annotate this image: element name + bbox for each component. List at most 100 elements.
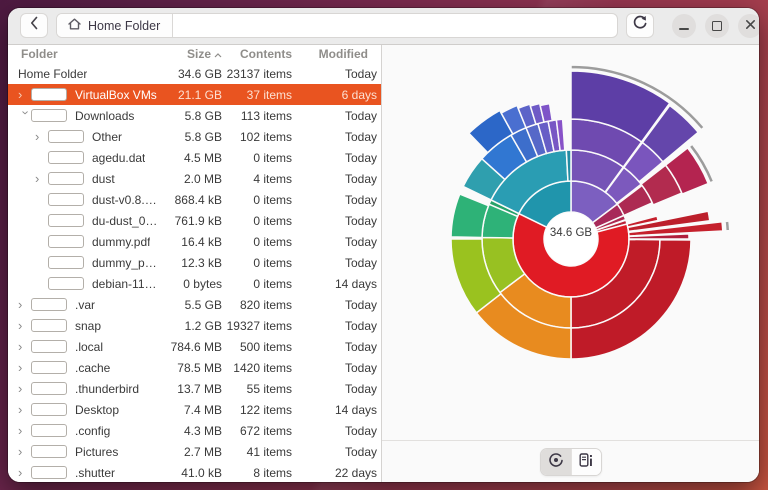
usage-bar bbox=[48, 277, 84, 290]
table-row[interactable]: › Pictures 2.7 MB 41 items Today bbox=[8, 441, 381, 462]
table-row[interactable]: › .cache 78.5 MB 1420 items Today bbox=[8, 357, 381, 378]
table-row[interactable]: › .local 784.6 MB 500 items Today bbox=[8, 336, 381, 357]
table-row[interactable]: › .var 5.5 GB 820 items Today bbox=[8, 294, 381, 315]
folder-modified: 14 days bbox=[334, 276, 377, 291]
table-row[interactable]: › Downloads 5.8 GB 113 items Today bbox=[8, 105, 381, 126]
folder-modified: Today bbox=[344, 108, 377, 123]
titlebar: Home Folder bbox=[8, 8, 759, 45]
folder-contents: 500 items bbox=[239, 339, 292, 354]
folder-size: 2.7 MB bbox=[183, 444, 222, 459]
table-row[interactable]: › .shutter 41.0 kB 8 items 22 days bbox=[8, 462, 381, 482]
usage-bar bbox=[31, 466, 67, 479]
expander-chevron-icon[interactable]: › bbox=[18, 319, 31, 332]
folder-name: snap bbox=[75, 318, 102, 333]
folder-name: Other bbox=[92, 129, 123, 144]
folder-size: 41.0 kB bbox=[181, 465, 222, 480]
folder-name: .config bbox=[75, 423, 111, 438]
expander-chevron-icon[interactable]: › bbox=[18, 298, 31, 311]
folder-name: VirtualBox VMs bbox=[75, 87, 157, 102]
table-row[interactable]: › du-dust_0.8.4_i3… 761.9 kB 0 items Tod… bbox=[8, 210, 381, 231]
ring-segment[interactable] bbox=[450, 193, 490, 239]
chevron-left-icon bbox=[29, 15, 40, 36]
table-row[interactable]: Home Folder 34.6 GB 23137 items Today bbox=[8, 63, 381, 84]
table-row[interactable]: › Other 5.8 GB 102 items Today bbox=[8, 126, 381, 147]
folder-name: Pictures bbox=[75, 444, 119, 459]
usage-bar bbox=[31, 298, 67, 311]
expander-chevron-icon[interactable]: › bbox=[35, 172, 48, 185]
folder-modified: Today bbox=[344, 234, 377, 249]
expander-chevron-icon[interactable]: › bbox=[18, 466, 31, 479]
folder-contents: 4 items bbox=[253, 171, 292, 186]
reload-button[interactable] bbox=[626, 13, 654, 38]
folder-size: 13.7 MB bbox=[177, 381, 222, 396]
expander-chevron-icon[interactable]: › bbox=[35, 130, 48, 143]
disk-usage-analyzer-window: Home Folder Folder Size Contents Modifie… bbox=[8, 8, 759, 482]
table-row[interactable]: › .thunderbird 13.7 MB 55 items Today bbox=[8, 378, 381, 399]
folder-contents: 122 items bbox=[239, 402, 292, 417]
treemap-view-button[interactable] bbox=[570, 448, 601, 475]
rings-chart[interactable]: 34.6 GB bbox=[382, 45, 759, 440]
column-header-modified[interactable]: Modified bbox=[292, 47, 377, 61]
folder-name: .cache bbox=[75, 360, 111, 375]
folder-name: agedu.dat bbox=[92, 150, 146, 165]
folder-name: .local bbox=[75, 339, 104, 354]
folder-contents: 37 items bbox=[246, 87, 292, 102]
folder-size: 16.4 kB bbox=[181, 234, 222, 249]
usage-bar bbox=[48, 214, 84, 227]
table-row[interactable]: › debian-11.5.0-am… 0 bytes 0 items 14 d… bbox=[8, 273, 381, 294]
expander-chevron-icon[interactable]: › bbox=[18, 445, 31, 458]
close-button[interactable] bbox=[738, 14, 759, 38]
folder-modified: 6 days bbox=[341, 87, 377, 102]
table-row[interactable]: › dummy_p.pdf 12.3 kB 0 items Today bbox=[8, 252, 381, 273]
table-row[interactable]: › dust-v0.8.4-aarch… 868.4 kB 0 items To… bbox=[8, 189, 381, 210]
table-row[interactable]: › dust 2.0 MB 4 items Today bbox=[8, 168, 381, 189]
folder-contents: 672 items bbox=[239, 423, 292, 438]
folder-contents: 0 items bbox=[253, 234, 292, 249]
folder-modified: 14 days bbox=[334, 402, 377, 417]
folder-size: 4.3 MB bbox=[183, 423, 222, 438]
expander-chevron-icon[interactable]: › bbox=[18, 424, 31, 437]
column-header-size[interactable]: Size bbox=[158, 47, 222, 61]
rings-view-button[interactable] bbox=[540, 448, 571, 475]
expander-chevron-icon[interactable]: › bbox=[18, 382, 31, 395]
table-row[interactable]: › snap 1.2 GB 19327 items Today bbox=[8, 315, 381, 336]
path-home-button[interactable]: Home Folder bbox=[57, 14, 174, 37]
ring-segment[interactable] bbox=[565, 149, 572, 182]
folder-tree-pane: Folder Size Contents Modified Home Folde… bbox=[8, 45, 382, 482]
minimize-button[interactable] bbox=[672, 14, 696, 38]
expander-chevron-icon[interactable]: › bbox=[18, 340, 31, 353]
chart-pane: 34.6 GB bbox=[382, 45, 759, 482]
folder-modified: Today bbox=[344, 381, 377, 396]
table-row[interactable]: › .config 4.3 MB 672 items Today bbox=[8, 420, 381, 441]
folder-modified: Today bbox=[344, 150, 377, 165]
folder-size: 5.5 GB bbox=[184, 297, 222, 312]
table-row[interactable]: › VirtualBox VMs 21.1 GB 37 items 6 days bbox=[8, 84, 381, 105]
treemap-chart-icon bbox=[578, 452, 594, 471]
chart-footer bbox=[382, 440, 759, 482]
usage-bar bbox=[31, 361, 67, 374]
folder-size: 7.4 MB bbox=[183, 402, 222, 417]
back-button[interactable] bbox=[20, 13, 48, 38]
folder-size: 5.8 GB bbox=[184, 108, 222, 123]
expander-chevron-icon[interactable]: › bbox=[18, 403, 31, 416]
expander-chevron-icon[interactable]: › bbox=[18, 88, 31, 101]
column-header-contents[interactable]: Contents bbox=[222, 47, 292, 61]
ring-segment[interactable] bbox=[724, 220, 731, 232]
maximize-icon bbox=[712, 21, 722, 31]
folder-size: 78.5 MB bbox=[177, 360, 222, 375]
table-row[interactable]: › Desktop 7.4 MB 122 items 14 days bbox=[8, 399, 381, 420]
maximize-button[interactable] bbox=[705, 14, 729, 38]
column-header-folder[interactable]: Folder bbox=[8, 47, 158, 61]
folder-name: debian-11.5.0-am… bbox=[92, 276, 158, 291]
table-row[interactable]: › agedu.dat 4.5 MB 0 items Today bbox=[8, 147, 381, 168]
folder-name: .shutter bbox=[75, 465, 116, 480]
expander-chevron-icon[interactable]: › bbox=[19, 110, 34, 123]
folder-list: Home Folder 34.6 GB 23137 items Today › … bbox=[8, 63, 381, 482]
folder-contents: 0 items bbox=[253, 255, 292, 270]
view-switcher bbox=[539, 447, 602, 476]
home-icon bbox=[67, 17, 82, 34]
minimize-icon bbox=[679, 28, 689, 30]
expander-chevron-icon[interactable]: › bbox=[18, 361, 31, 374]
table-row[interactable]: › dummy.pdf 16.4 kB 0 items Today bbox=[8, 231, 381, 252]
usage-bar bbox=[48, 256, 84, 269]
